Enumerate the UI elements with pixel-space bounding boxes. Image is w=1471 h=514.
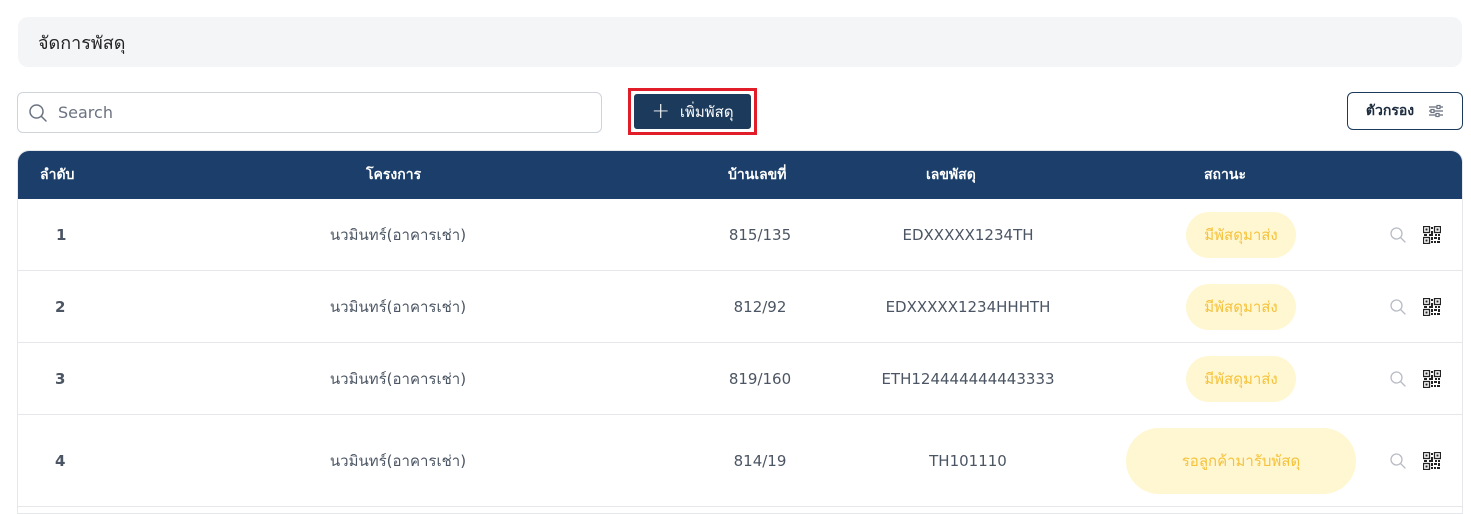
row-search-icon[interactable] [1388,225,1408,245]
search-input[interactable] [58,103,578,122]
add-parcel-label: เพิ่มพัสดุ [679,102,734,121]
row-house-no: 814/19 [733,451,787,470]
row-parcel-no: TH101110 [929,451,1007,470]
row-status-cell: รอลูกค้ามารับพัสดุ [1113,415,1369,506]
qr-code-icon[interactable] [1422,369,1442,389]
row-project: นวมินทร์(อาคารเช่า) [329,225,467,244]
row-status-cell: มีพัสดุมาส่ง [1113,199,1369,270]
add-button-highlight: + เพิ่มพัสดุ [628,88,757,135]
row-project: นวมินทร์(อาคารเช่า) [329,451,467,470]
parcel-table: ลำดับ โครงการ บ้านเลขที่ เลขพัสดุ สถานะ … [17,150,1463,514]
row-number: 4 [55,451,66,470]
filter-button[interactable]: ตัวกรอง [1347,92,1463,130]
col-header-house: บ้านเลขที่ [728,167,787,183]
table-row[interactable]: 2 นวมินทร์(อาคารเช่า) 812/92 EDXXXXX1234… [18,271,1462,343]
page-title: จัดการพัสดุ [38,32,126,54]
table-row[interactable]: 3 นวมินทร์(อาคารเช่า) 819/160 ETH1244444… [18,343,1462,415]
search-icon [29,103,47,122]
row-search-icon[interactable] [1388,451,1408,471]
col-header-project: โครงการ [366,167,422,183]
qr-code-icon[interactable] [1422,225,1442,245]
col-header-no: ลำดับ [40,167,75,183]
qr-code-icon[interactable] [1422,451,1442,471]
row-parcel-no: EDXXXXX1234TH [902,225,1034,244]
plus-icon: + [651,98,670,124]
row-number: 2 [55,297,66,316]
row-number: 1 [56,225,67,244]
table-row[interactable]: 1 นวมินทร์(อาคารเช่า) 815/135 EDXXXXX123… [18,199,1462,271]
sliders-icon [1429,104,1444,118]
row-house-no: 812/92 [733,297,787,316]
col-header-status: สถานะ [1204,167,1246,183]
row-project: นวมินทร์(อาคารเช่า) [329,369,467,388]
row-status-cell: มีพัสดุมาส่ง [1113,343,1369,414]
search-box[interactable] [17,92,602,133]
status-badge: มีพัสดุมาส่ง [1186,211,1296,258]
qr-code-icon[interactable] [1422,297,1442,317]
row-status-cell: มีพัสดุมาส่ง [1113,271,1369,342]
row-search-icon[interactable] [1388,297,1408,317]
row-parcel-no: EDXXXXX1234HHHTH [885,297,1051,316]
row-house-no: 819/160 [728,369,792,388]
add-parcel-button[interactable]: + เพิ่มพัสดุ [634,94,751,129]
status-badge: มีพัสดุมาส่ง [1186,283,1296,330]
table-header: ลำดับ โครงการ บ้านเลขที่ เลขพัสดุ สถานะ [18,151,1462,199]
row-project: นวมินทร์(อาคารเช่า) [329,297,467,316]
row-parcel-no: ETH124444444443333 [881,369,1055,388]
page-title-bar: จัดการพัสดุ [18,17,1462,67]
filter-label: ตัวกรอง [1365,103,1415,119]
col-header-parcel: เลขพัสดุ [926,167,976,183]
table-row[interactable]: 4 นวมินทร์(อาคารเช่า) 814/19 TH101110 รอ… [18,415,1462,507]
row-search-icon[interactable] [1388,369,1408,389]
row-number: 3 [55,369,66,388]
row-house-no: 815/135 [728,225,792,244]
status-badge: รอลูกค้ามารับพัสดุ [1126,427,1356,494]
status-badge: มีพัสดุมาส่ง [1186,355,1296,402]
